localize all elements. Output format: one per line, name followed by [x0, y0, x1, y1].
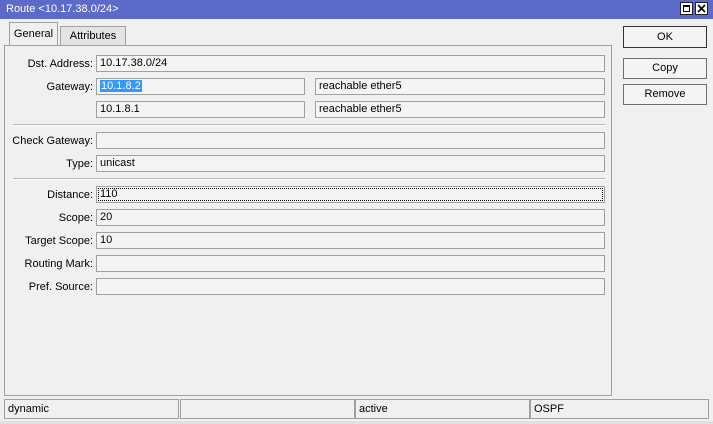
- close-icon: [697, 4, 706, 13]
- routing-mark-row: Routing Mark:: [5, 255, 613, 273]
- remove-button[interactable]: Remove: [623, 84, 707, 105]
- separator: [13, 178, 605, 180]
- distance-row: Distance: 110: [5, 186, 613, 204]
- scope-label: Scope:: [58, 212, 93, 224]
- close-button[interactable]: [695, 2, 708, 15]
- gateway-row-2: 10.1.8.1 reachable ether5: [5, 101, 613, 119]
- target-scope-label: Target Scope:: [25, 235, 93, 247]
- distance-field[interactable]: 110: [96, 186, 605, 203]
- routing-mark-field[interactable]: [96, 255, 605, 272]
- gateway-address-field-1[interactable]: 10.1.8.2: [96, 78, 305, 95]
- check-gateway-field[interactable]: [96, 132, 605, 149]
- routing-mark-label: Routing Mark:: [24, 258, 93, 270]
- type-label: Type:: [66, 158, 93, 170]
- dst-address-label: Dst. Address:: [27, 58, 93, 70]
- copy-button[interactable]: Copy: [623, 58, 707, 79]
- status-bar: dynamic active OSPF: [4, 399, 709, 419]
- gateway-row-1: Gateway: 10.1.8.2 reachable ether5: [5, 78, 613, 96]
- check-gateway-row: Check Gateway:: [5, 132, 613, 150]
- gateway-label: Gateway:: [46, 81, 93, 93]
- gateway-status-field-1: reachable ether5: [315, 78, 605, 95]
- dst-address-field[interactable]: 10.17.38.0/24: [96, 55, 605, 72]
- maximize-button[interactable]: [680, 2, 693, 15]
- pref-source-label: Pref. Source:: [28, 281, 93, 293]
- tab-attributes[interactable]: Attributes: [60, 26, 126, 45]
- scope-row: Scope: 20: [5, 209, 613, 227]
- type-field[interactable]: unicast: [96, 155, 605, 172]
- check-gateway-label: Check Gateway:: [12, 135, 93, 147]
- general-panel: Dst. Address: 10.17.38.0/24 Gateway: 10.…: [4, 45, 612, 396]
- target-scope-field[interactable]: 10: [96, 232, 605, 249]
- status-cell-empty: [180, 399, 355, 419]
- window-title: Route <10.17.38.0/24>: [6, 3, 119, 15]
- status-cell-dynamic: dynamic: [4, 399, 179, 419]
- target-scope-row: Target Scope: 10: [5, 232, 613, 250]
- pref-source-field[interactable]: [96, 278, 605, 295]
- route-window: Route <10.17.38.0/24> General Attributes…: [0, 0, 713, 424]
- status-cell-protocol: OSPF: [530, 399, 709, 419]
- dst-address-row: Dst. Address: 10.17.38.0/24: [5, 55, 613, 73]
- title-bar[interactable]: Route <10.17.38.0/24>: [0, 0, 713, 19]
- gateway-address-field-2[interactable]: 10.1.8.1: [96, 101, 305, 118]
- distance-label: Distance:: [47, 189, 93, 201]
- tab-general[interactable]: General: [9, 22, 58, 45]
- status-cell-active: active: [355, 399, 530, 419]
- gateway-address-selected-text: 10.1.8.2: [100, 80, 142, 92]
- scope-field[interactable]: 20: [96, 209, 605, 226]
- gateway-status-field-2: reachable ether5: [315, 101, 605, 118]
- separator: [13, 124, 605, 126]
- maximize-icon: [683, 5, 690, 12]
- pref-source-row: Pref. Source:: [5, 278, 613, 296]
- ok-button[interactable]: OK: [623, 26, 707, 48]
- type-row: Type: unicast: [5, 155, 613, 173]
